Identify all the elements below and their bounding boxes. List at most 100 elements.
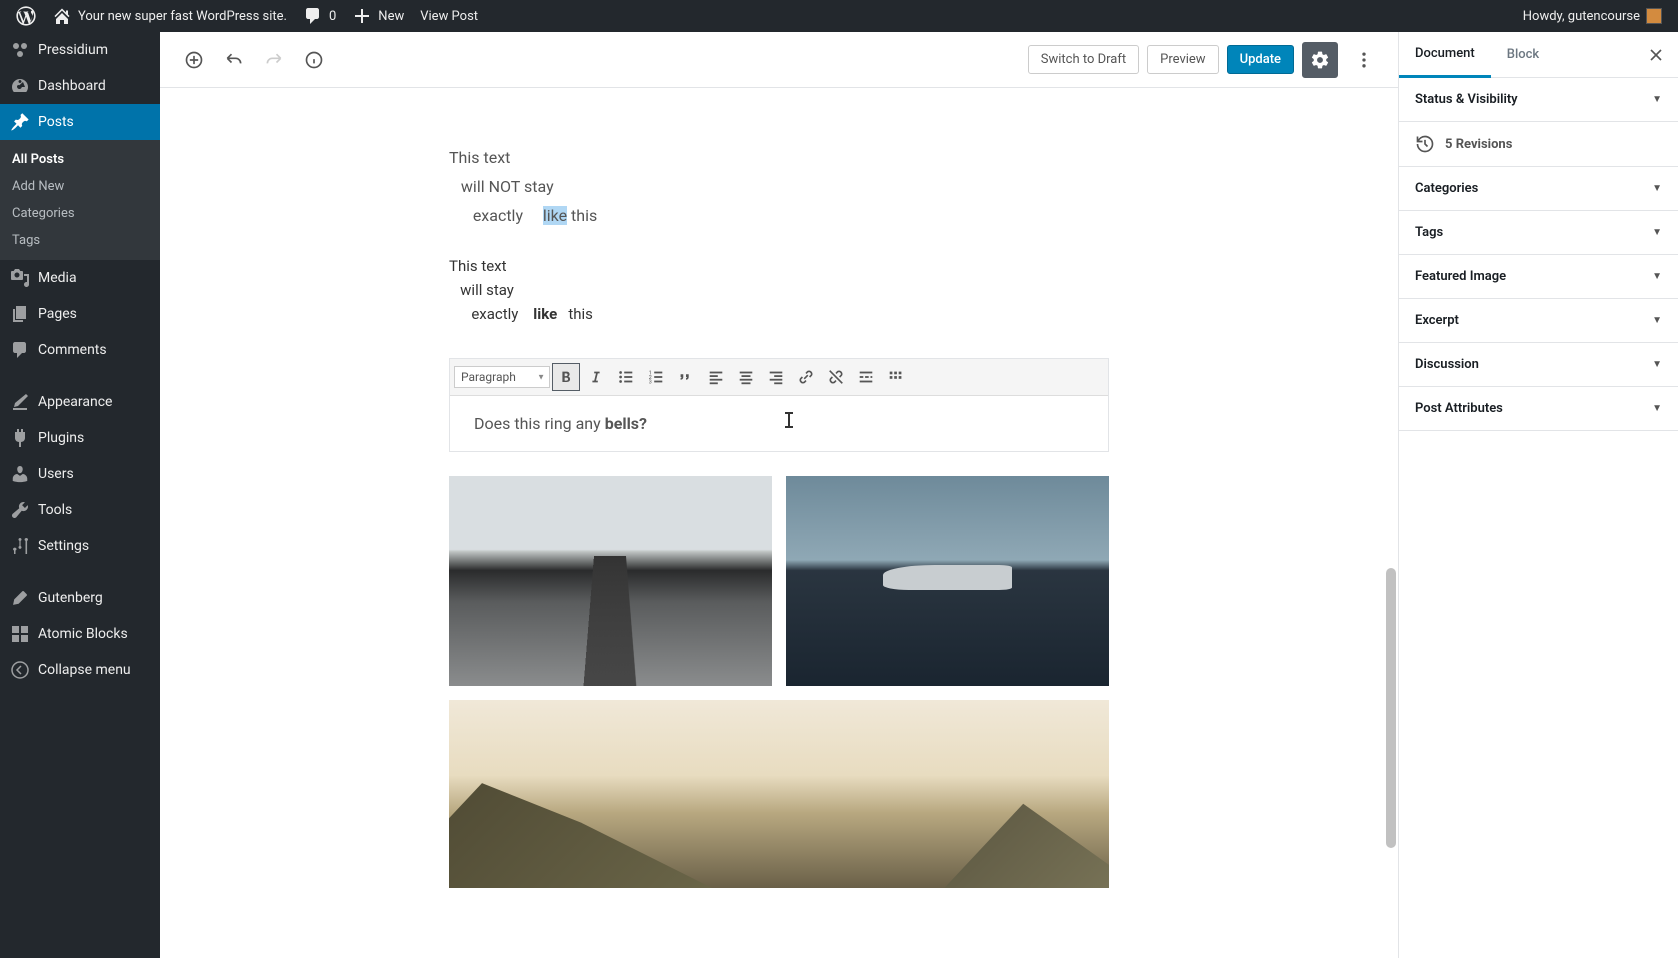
settings-toggle-button[interactable] — [1302, 42, 1338, 78]
chevron-down-icon: ▼ — [1652, 227, 1662, 238]
sidebar-sub-add-new[interactable]: Add New — [0, 173, 160, 200]
panel-post-attributes[interactable]: Post Attributes▼ — [1399, 387, 1678, 431]
sidebar-label: Users — [38, 466, 74, 482]
plug-icon — [10, 428, 30, 448]
sidebar-label: Tools — [38, 502, 72, 518]
highlighted-text: like — [543, 206, 567, 225]
sidebar-item-posts[interactable]: Posts — [0, 104, 160, 140]
preformatted-block[interactable]: This text will stay exactly like this — [449, 254, 1109, 326]
svg-text:3: 3 — [649, 380, 652, 386]
sidebar-label: Pages — [38, 306, 77, 322]
undo-button[interactable] — [216, 42, 252, 78]
sliders-icon — [10, 536, 30, 556]
switch-to-draft-button[interactable]: Switch to Draft — [1028, 45, 1139, 74]
editor-main: Switch to Draft Preview Update This text… — [160, 32, 1398, 958]
classic-editor-block[interactable]: Paragraph 123 — [449, 358, 1109, 452]
account-link[interactable]: Howdy, gutencourse — [1515, 0, 1670, 32]
align-right-button[interactable] — [762, 363, 790, 391]
admin-sidebar: Pressidium Dashboard Posts All Posts Add… — [0, 32, 160, 958]
classic-content[interactable]: Does this ring any bells? — [450, 396, 1108, 451]
view-post-link[interactable]: View Post — [412, 0, 486, 32]
pre-text: This text will stay exactly like this — [449, 257, 593, 323]
update-button[interactable]: Update — [1227, 45, 1294, 74]
sidebar-item-appearance[interactable]: Appearance — [0, 384, 160, 420]
pin-icon — [10, 112, 30, 132]
editor-header: Switch to Draft Preview Update — [160, 32, 1398, 88]
blocks-icon — [10, 624, 30, 644]
gallery-block[interactable] — [449, 476, 1109, 888]
brush-icon — [10, 392, 30, 412]
editor-canvas[interactable]: This text will NOT stay exactly like thi… — [160, 88, 1398, 958]
sidebar-item-comments[interactable]: Comments — [0, 332, 160, 368]
panel-featured-image[interactable]: Featured Image▼ — [1399, 255, 1678, 299]
italic-button[interactable] — [582, 363, 610, 391]
bold-button[interactable] — [552, 363, 580, 391]
panel-status-visibility[interactable]: Status & Visibility▼ — [1399, 78, 1678, 122]
sidebar-item-atomic-blocks[interactable]: Atomic Blocks — [0, 616, 160, 652]
wp-logo[interactable] — [8, 0, 44, 32]
revisions-link[interactable]: 5 Revisions — [1399, 122, 1678, 167]
sidebar-sub-categories[interactable]: Categories — [0, 200, 160, 227]
toolbar-toggle-button[interactable] — [882, 363, 910, 391]
info-button[interactable] — [296, 42, 332, 78]
wrench-icon — [10, 500, 30, 520]
pages-icon — [10, 304, 30, 324]
link-button[interactable] — [792, 363, 820, 391]
tab-block[interactable]: Block — [1491, 33, 1555, 76]
panel-discussion[interactable]: Discussion ▼ — [1399, 343, 1678, 387]
quote-button[interactable] — [672, 363, 700, 391]
sidebar-label: Gutenberg — [38, 590, 103, 606]
more-menu-button[interactable] — [1346, 42, 1382, 78]
gallery-image[interactable] — [786, 476, 1109, 686]
close-settings-button[interactable] — [1638, 37, 1674, 73]
settings-panel: Document Block Status & Visibility▼ 5 Re… — [1398, 32, 1678, 958]
sidebar-brand[interactable]: Pressidium — [0, 32, 160, 68]
sidebar-label: Collapse menu — [38, 662, 131, 678]
sidebar-item-plugins[interactable]: Plugins — [0, 420, 160, 456]
comments-link[interactable]: 0 — [295, 0, 344, 32]
sidebar-label: Media — [38, 270, 77, 286]
gallery-image[interactable] — [449, 700, 1109, 888]
bullet-list-button[interactable] — [612, 363, 640, 391]
read-more-button[interactable] — [852, 363, 880, 391]
avatar — [1646, 8, 1662, 24]
panel-tags[interactable]: Tags ▼ — [1399, 211, 1678, 255]
panel-excerpt[interactable]: Excerpt▼ — [1399, 299, 1678, 343]
redo-button[interactable] — [256, 42, 292, 78]
comments-count: 0 — [329, 9, 336, 24]
sidebar-label: Dashboard — [38, 78, 106, 94]
panel-label: Discussion — [1415, 357, 1479, 372]
unlink-button[interactable] — [822, 363, 850, 391]
revisions-label: 5 Revisions — [1445, 137, 1512, 152]
verse-block[interactable]: This text will NOT stay exactly like thi… — [449, 144, 1109, 230]
sidebar-item-users[interactable]: Users — [0, 456, 160, 492]
sidebar-sub-tags[interactable]: Tags — [0, 227, 160, 254]
sidebar-item-pages[interactable]: Pages — [0, 296, 160, 332]
sidebar-sub-all-posts[interactable]: All Posts — [0, 146, 160, 173]
sidebar-collapse[interactable]: Collapse menu — [0, 652, 160, 688]
align-center-button[interactable] — [732, 363, 760, 391]
view-post-label: View Post — [420, 9, 478, 24]
numbered-list-button[interactable]: 123 — [642, 363, 670, 391]
sidebar-label: Plugins — [38, 430, 84, 446]
home-icon — [52, 6, 72, 26]
scrollbar-thumb[interactable] — [1386, 568, 1396, 848]
brand-label: Pressidium — [38, 42, 108, 58]
sidebar-item-gutenberg[interactable]: Gutenberg — [0, 580, 160, 616]
sidebar-item-media[interactable]: Media — [0, 260, 160, 296]
gallery-image[interactable] — [449, 476, 772, 686]
add-block-button[interactable] — [176, 42, 212, 78]
tab-document[interactable]: Document — [1399, 32, 1491, 78]
sidebar-item-dashboard[interactable]: Dashboard — [0, 68, 160, 104]
chevron-down-icon: ▼ — [1652, 359, 1662, 370]
preview-button[interactable]: Preview — [1147, 45, 1218, 74]
format-select[interactable]: Paragraph — [454, 366, 550, 388]
sidebar-item-tools[interactable]: Tools — [0, 492, 160, 528]
chevron-down-icon: ▼ — [1652, 315, 1662, 326]
align-left-button[interactable] — [702, 363, 730, 391]
panel-label: Tags — [1415, 225, 1443, 240]
site-name-link[interactable]: Your new super fast WordPress site. — [44, 0, 295, 32]
new-content-link[interactable]: New — [344, 0, 412, 32]
panel-categories[interactable]: Categories▼ — [1399, 167, 1678, 211]
sidebar-item-settings[interactable]: Settings — [0, 528, 160, 564]
